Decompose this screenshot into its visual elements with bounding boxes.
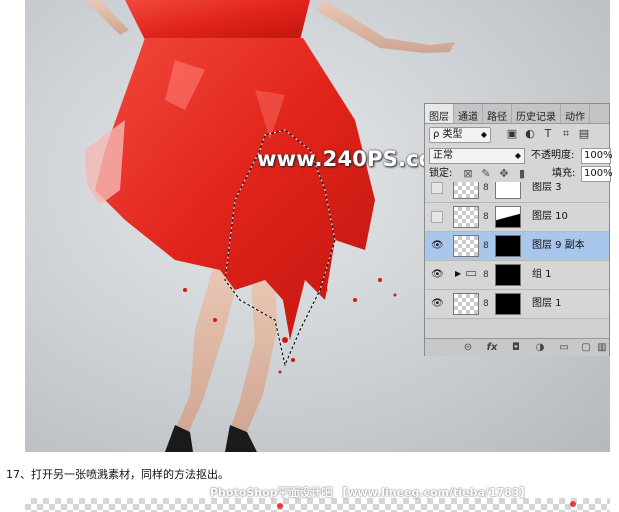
link-icon: 8 [483, 299, 489, 309]
chevron-down-icon: ◆ [480, 130, 487, 139]
adjustment-filter-icon[interactable]: ◐ [523, 127, 537, 141]
link-icon[interactable]: ⊝ [461, 341, 475, 355]
next-image-preview [25, 498, 610, 512]
link-icon: 8 [483, 183, 489, 193]
link-icon: 8 [483, 241, 489, 251]
chevron-down-icon: ◆ [514, 151, 521, 160]
eye-icon[interactable]: 👁 [431, 269, 444, 281]
image-filter-icon[interactable]: ▣ [505, 127, 519, 141]
layer-row-selected[interactable]: 👁 8 图层 9 副本 [425, 232, 609, 261]
layer-name: 图层 10 [532, 211, 568, 222]
tab-layers[interactable]: 图层 [425, 104, 454, 123]
fill-label: 填充: [552, 168, 576, 179]
adjustment-icon[interactable]: ◑ [533, 341, 547, 355]
shape-filter-icon[interactable]: ⌗ [559, 127, 573, 141]
eye-icon[interactable]: 👁 [431, 298, 444, 310]
layer-name: 图层 1 [532, 298, 562, 309]
folder-icon: ▭ [465, 266, 478, 281]
layer-name: 组 1 [532, 269, 552, 280]
new-layer-icon[interactable]: ▢ [579, 341, 593, 355]
splash-dot [277, 503, 283, 509]
layer-row[interactable]: 8 图层 3 [425, 182, 609, 203]
visibility-toggle[interactable] [431, 211, 443, 223]
kind-filter-select[interactable]: ρ 类型 ◆ [429, 127, 491, 143]
smart-object-filter-icon[interactable]: ▤ [577, 127, 591, 141]
layer-mask-thumbnail[interactable] [495, 206, 521, 228]
folder-icon[interactable]: ▭ [557, 341, 571, 355]
eye-icon[interactable]: 👁 [431, 240, 444, 252]
trash-icon[interactable]: ▥ [595, 341, 609, 355]
panel-tabs: 图层 通道 路径 历史记录 动作 [425, 104, 609, 124]
lock-label: 锁定: [429, 168, 453, 179]
mask-icon[interactable]: ◘ [509, 341, 523, 355]
fill-input[interactable]: 100% [581, 166, 613, 182]
opacity-label: 不透明度: [531, 150, 575, 161]
layer-name: 图层 9 副本 [532, 240, 585, 251]
layer-name: 图层 3 [532, 182, 562, 193]
kind-filter-label: ρ 类型 [433, 129, 463, 140]
layer-thumbnail [453, 293, 479, 315]
lock-move-icon[interactable]: ✥ [497, 167, 511, 181]
layer-mask-thumbnail[interactable] [495, 235, 521, 257]
tab-paths[interactable]: 路径 [483, 104, 512, 123]
visibility-toggle[interactable] [431, 182, 443, 194]
opacity-input[interactable]: 100% [581, 148, 613, 164]
step-caption: 17、打开另一张喷溅素材，同样的方法抠出。 [6, 468, 229, 481]
layer-mask-thumbnail[interactable] [495, 264, 521, 286]
forum-watermark: PhotoShop平面设计吧 【www.lineeg.com/tieba/178… [210, 486, 531, 499]
blend-mode-select[interactable]: 正常 ◆ [429, 148, 525, 164]
layer-mask-thumbnail[interactable] [495, 182, 521, 199]
layer-thumbnail [453, 235, 479, 257]
layer-mask-thumbnail[interactable] [495, 293, 521, 315]
tab-actions[interactable]: 动作 [561, 104, 590, 123]
layer-row[interactable]: 8 图层 10 [425, 203, 609, 232]
layer-thumbnail [453, 206, 479, 228]
lock-transparent-icon[interactable]: ⊠ [461, 167, 475, 181]
lock-all-icon[interactable]: ▮ [515, 167, 529, 181]
layers-list: 8 图层 3 8 图层 10 👁 8 图层 9 副本 👁 ▶ ▭ 8 组 1 👁… [425, 182, 609, 338]
blend-mode-value: 正常 [433, 150, 453, 161]
layer-row[interactable]: 👁 ▶ ▭ 8 组 1 [425, 261, 609, 290]
layer-thumbnail [453, 182, 479, 199]
lock-brush-icon[interactable]: ✎ [479, 167, 493, 181]
fx-icon[interactable]: fx [485, 341, 499, 355]
blend-row: 正常 ◆ 不透明度: 100% [425, 146, 613, 166]
tab-channels[interactable]: 通道 [454, 104, 483, 123]
panel-footer: ⊝ fx ◘ ◑ ▭ ▢ ▥ [425, 338, 609, 356]
layer-row[interactable]: 👁 8 图层 1 [425, 290, 609, 319]
splash-dot [570, 501, 576, 507]
tab-history[interactable]: 历史记录 [512, 104, 561, 123]
type-filter-icon[interactable]: T [541, 127, 555, 141]
page: www.240PS.com 图层 通道 路径 历史记录 动作 ρ 类型 ◆ ▣ … [0, 0, 619, 512]
link-icon: 8 [483, 212, 489, 222]
filter-row: ρ 类型 ◆ ▣ ◐ T ⌗ ▤ [425, 125, 609, 145]
layers-panel: 图层 通道 路径 历史记录 动作 ρ 类型 ◆ ▣ ◐ T ⌗ ▤ 正常 ◆ 不… [424, 103, 613, 356]
link-icon: 8 [483, 270, 489, 280]
expand-arrow-icon[interactable]: ▶ [455, 269, 461, 278]
